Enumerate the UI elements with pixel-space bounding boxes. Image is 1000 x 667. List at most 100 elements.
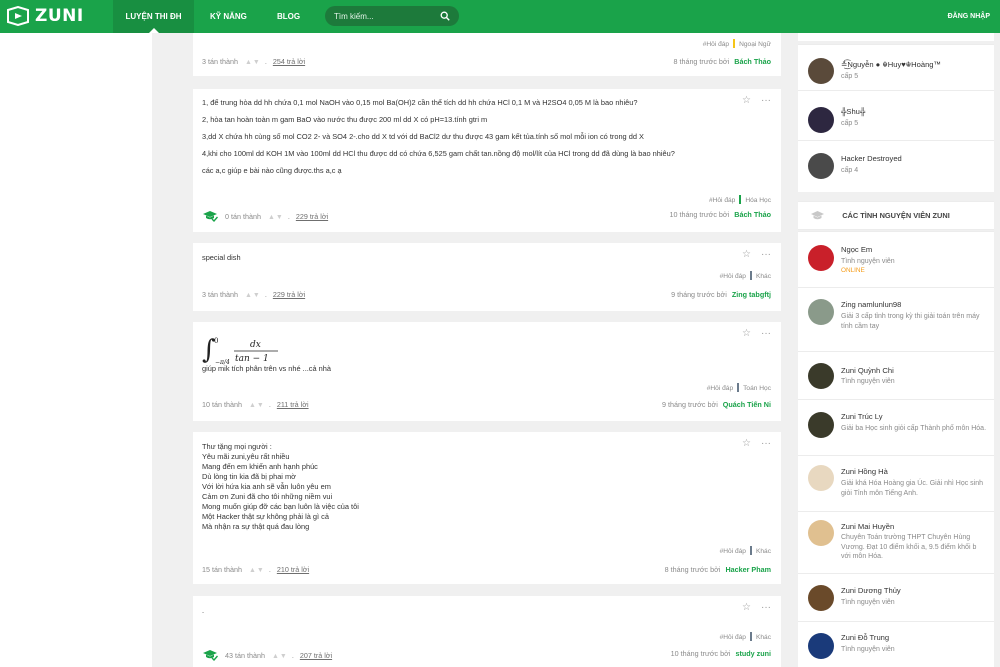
question-card: ☆ ··· special dish #Hỏi đáp Khác 3 tán thà… [193,243,781,311]
question-line: các a,c giúp e bài nào cũng được.ths a,c… [202,166,342,175]
top-user-item[interactable]: Hacker Destroyed cấp 4 [798,140,994,192]
user-name[interactable]: ≛͜͡Nguyễn ● ☬Huy♥☬Hoàng™ [841,60,941,69]
subject-tag[interactable]: Toán Học [743,385,771,392]
more-icon[interactable]: ··· [761,602,771,613]
login-link[interactable]: ĐĂNG NHẬP [948,0,990,33]
vote-arrow-icon[interactable]: ▲▼ [249,402,265,409]
question-line: 2, hòa tan hoàn toàn m gam BaO vào nước … [202,115,488,124]
logo-text: ZUNI [35,6,84,26]
avatar[interactable] [808,585,834,611]
vote-arrow-icon[interactable]: ▲▼ [249,567,265,574]
search-input[interactable] [334,9,434,23]
author-link[interactable]: Zing tabgftj [732,290,771,299]
subject-tag[interactable]: Ngoại Ngữ [739,41,771,48]
poem-line: Dù lòng tin kia đã bị phai mờ [202,472,296,481]
volunteer-name[interactable]: Zuni Dương Thủy [841,586,901,595]
tag-separator [737,383,740,392]
volunteer-name[interactable]: Zuni Quỳnh Chi [841,366,894,375]
volunteer-desc: Tình nguyện viên [841,646,895,653]
question-card: ☆ ··· 1, để trung hòa dd hh chứa 0,1 mol … [193,89,781,232]
avatar[interactable] [808,412,834,438]
author-link[interactable]: Bách Thảo [734,57,771,66]
avatar[interactable] [808,520,834,546]
sidebar-top [798,33,994,41]
post-footer: 10 tán thành ▲▼. 211 trả lời 9 tháng trư… [202,400,771,409]
subject-tag[interactable]: Hóa Học [745,197,771,204]
star-icon[interactable]: ☆ [742,249,751,260]
star-icon[interactable]: ☆ [742,438,751,449]
tag-label[interactable]: #Hỏi đáp [709,197,735,204]
vote-arrow-icon[interactable]: ▲▼ [245,59,261,66]
author-link[interactable]: Bách Thảo [734,210,771,219]
volunteer-item[interactable]: Zuni Dương Thủy Tình nguyện viên [798,573,994,621]
top-navbar: ZUNI LUYỆN THI ĐH KỸ NĂNG BLOG ĐĂNG NHẬP [0,0,1000,33]
integral-upper: 0 [214,337,218,345]
volunteer-item[interactable]: Zuni Trúc Ly Giải ba Học sinh giỏi cấp T… [798,399,994,455]
subject-tag[interactable]: Khác [756,273,771,280]
replies-link[interactable]: 211 trả lời [277,400,309,409]
more-icon[interactable]: ··· [761,438,771,449]
post-tags: #Hỏi đáp Khác [720,632,771,641]
volunteer-item[interactable]: Zuni Đỗ Trung Tình nguyện viên [798,621,994,667]
post-time: 10 tháng trước bởi [670,649,731,658]
volunteer-item[interactable]: Zuni Mai Huyền Chuyên Toán trường THPT C… [798,511,994,573]
star-icon[interactable]: ☆ [742,602,751,613]
author-link[interactable]: study zuni [735,649,771,658]
poem-line: Mà nhận ra sự thật quá đau lòng [202,522,310,531]
avatar[interactable] [808,363,834,389]
subject-tag[interactable]: Khác [756,548,771,555]
search-icon[interactable] [440,11,450,21]
tag-label[interactable]: #Hỏi đáp [720,634,746,641]
post-footer: 15 tán thành ▲▼. 210 trả lời 8 tháng trư… [202,565,771,574]
more-icon[interactable]: ··· [761,95,771,106]
more-icon[interactable]: ··· [761,249,771,260]
avatar[interactable] [808,245,834,271]
nav-blog[interactable]: BLOG [277,0,300,33]
post-actions: ☆ ··· [732,438,771,449]
user-name[interactable]: Hacker Destroyed [841,154,902,163]
avatar[interactable] [808,465,834,491]
question-card: ☆ ··· . #Hỏi đáp Khác 43 tán thành ▲▼. 207… [193,596,781,667]
user-name[interactable]: ╬Shu╬ [841,107,865,116]
volunteer-name[interactable]: Zuni Đỗ Trung [841,633,889,642]
volunteer-name[interactable]: Zuni Mai Huyền [841,522,894,531]
top-user-item[interactable]: ≛͜͡Nguyễn ● ☬Huy♥☬Hoàng™ cấp 5 [798,44,994,90]
nav-exam-prep[interactable]: LUYỆN THI ĐH [113,0,194,33]
volunteer-item[interactable]: Zing namlunlun98 Giải 3 cấp tỉnh trong k… [798,287,994,351]
vote-arrow-icon[interactable]: ▲▼ [245,292,261,299]
volunteer-name[interactable]: Zuni Hồng Hà [841,467,888,476]
star-icon[interactable]: ☆ [742,328,751,339]
volunteer-item[interactable]: Ngọc Em Tình nguyện viên ONLINE [798,231,994,287]
volunteer-name[interactable]: Ngọc Em [841,245,872,254]
tag-label[interactable]: #Hỏi đáp [720,548,746,555]
avatar[interactable] [808,299,834,325]
volunteer-name[interactable]: Zing namlunlun98 [841,300,901,309]
subject-tag[interactable]: Khác [756,634,771,641]
replies-link[interactable]: 229 trả lời [273,290,305,299]
volunteer-name[interactable]: Zuni Trúc Ly [841,412,883,421]
author-link[interactable]: Quách Tiến Ni [723,400,771,409]
tag-label[interactable]: #Hỏi đáp [720,273,746,280]
replies-link[interactable]: 229 trả lời [296,212,328,221]
replies-link[interactable]: 207 trả lời [300,651,332,660]
avatar[interactable] [808,58,834,84]
fraction-denominator: tan − 1 [235,354,269,364]
tag-separator [749,632,752,641]
volunteer-item[interactable]: Zuni Hồng Hà Giải khá Hóa Hoàng gia Úc. … [798,455,994,511]
volunteer-item[interactable]: Zuni Quỳnh Chi Tình nguyện viên [798,351,994,399]
vote-arrow-icon[interactable]: ▲▼ [272,653,288,660]
star-icon[interactable]: ☆ [742,95,751,106]
logo[interactable]: ZUNI [6,4,84,28]
tag-label[interactable]: #Hỏi đáp [707,385,733,392]
replies-link[interactable]: 210 trả lời [277,565,309,574]
tag-label[interactable]: #Hỏi đáp [703,41,729,48]
avatar[interactable] [808,107,834,133]
vote-arrow-icon[interactable]: ▲▼ [268,214,284,221]
top-user-item[interactable]: ╬Shu╬ cấp 5 [798,90,994,140]
replies-link[interactable]: 254 trả lời [273,57,305,66]
avatar[interactable] [808,153,834,179]
author-link[interactable]: Hacker Pham [725,565,771,574]
avatar[interactable] [808,633,834,659]
nav-skills[interactable]: KỸ NĂNG [210,0,247,33]
more-icon[interactable]: ··· [761,328,771,339]
